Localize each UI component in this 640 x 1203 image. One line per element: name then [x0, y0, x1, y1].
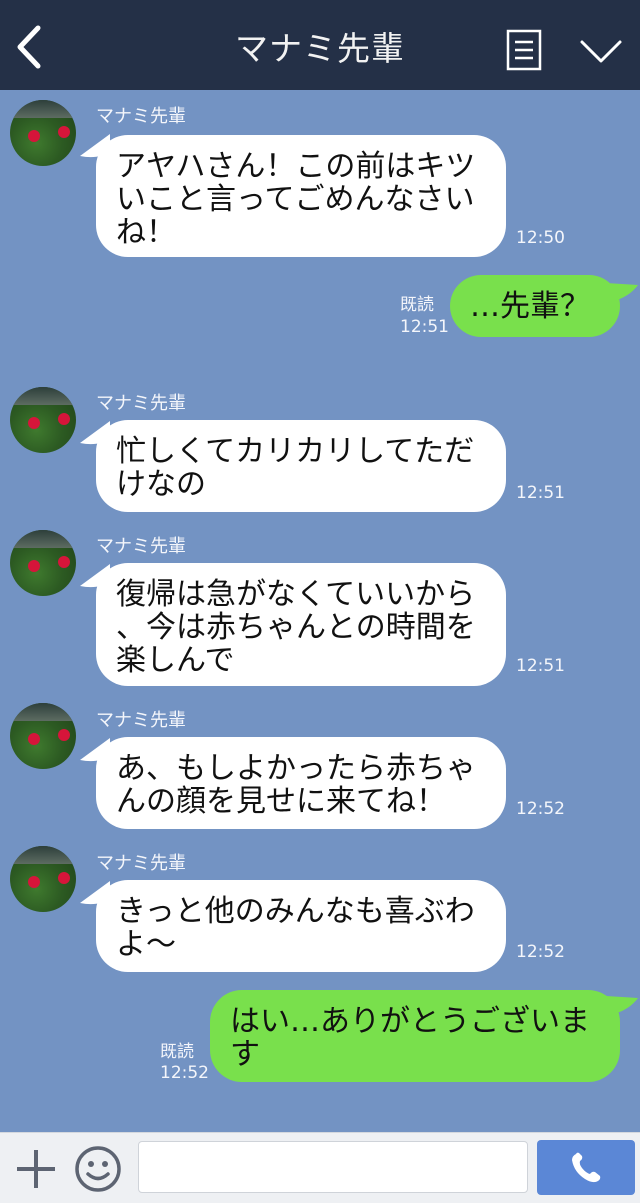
add-attachment-button[interactable] [14, 1147, 58, 1191]
emoji-button[interactable] [74, 1145, 122, 1193]
sender-name: マナミ先輩 [96, 106, 186, 127]
avatar[interactable] [10, 100, 76, 166]
message-bubble: …先輩？ [450, 275, 620, 337]
avatar[interactable] [10, 530, 76, 596]
chat-header: マナミ先輩 [0, 0, 640, 90]
sender-name: マナミ先輩 [96, 393, 186, 414]
message-time: 12:52 [516, 799, 565, 819]
bubble-tail [606, 283, 638, 303]
menu-list-icon [506, 29, 542, 71]
message-bubble: 忙しくてカリカリしてただ けなの [96, 420, 506, 512]
smiley-icon [75, 1146, 121, 1192]
input-bar [0, 1132, 640, 1203]
read-status: 既読 [160, 1042, 194, 1062]
phone-icon [572, 1152, 601, 1183]
message-list[interactable]: マナミ先輩 アヤハさん！この前はキツ いこと言ってごめんなさい ね！ 12:50… [0, 90, 640, 1132]
sender-name: マナミ先輩 [96, 536, 186, 557]
message-input[interactable] [138, 1141, 528, 1193]
message-bubble: 復帰は急がなくていいから 、今は赤ちゃんとの時間を 楽しんで [96, 563, 506, 686]
message-time: 12:50 [516, 228, 565, 248]
collapse-button[interactable] [578, 36, 624, 68]
sender-name: マナミ先輩 [96, 710, 186, 731]
message-time: 12:52 [160, 1063, 209, 1083]
message-bubble: あ、もしよかったら赤ちゃ んの顔を見せに来てね！ [96, 737, 506, 829]
chevron-down-icon [580, 40, 622, 63]
message-time: 12:51 [400, 317, 449, 337]
avatar[interactable] [10, 387, 76, 453]
plus-icon [17, 1150, 55, 1188]
bubble-tail [606, 996, 638, 1016]
message-bubble: アヤハさん！この前はキツ いこと言ってごめんなさい ね！ [96, 135, 506, 257]
message-time: 12:51 [516, 483, 565, 503]
call-button[interactable] [537, 1140, 635, 1195]
avatar[interactable] [10, 846, 76, 912]
menu-button[interactable] [505, 28, 545, 74]
sender-name: マナミ先輩 [96, 853, 186, 874]
message-bubble: はい…ありがとうございま す [210, 990, 620, 1082]
message-bubble: きっと他のみんなも喜ぶわ よ〜 [96, 880, 506, 972]
message-time: 12:51 [516, 656, 565, 676]
read-status: 既読 [400, 295, 434, 315]
avatar[interactable] [10, 703, 76, 769]
message-time: 12:52 [516, 942, 565, 962]
